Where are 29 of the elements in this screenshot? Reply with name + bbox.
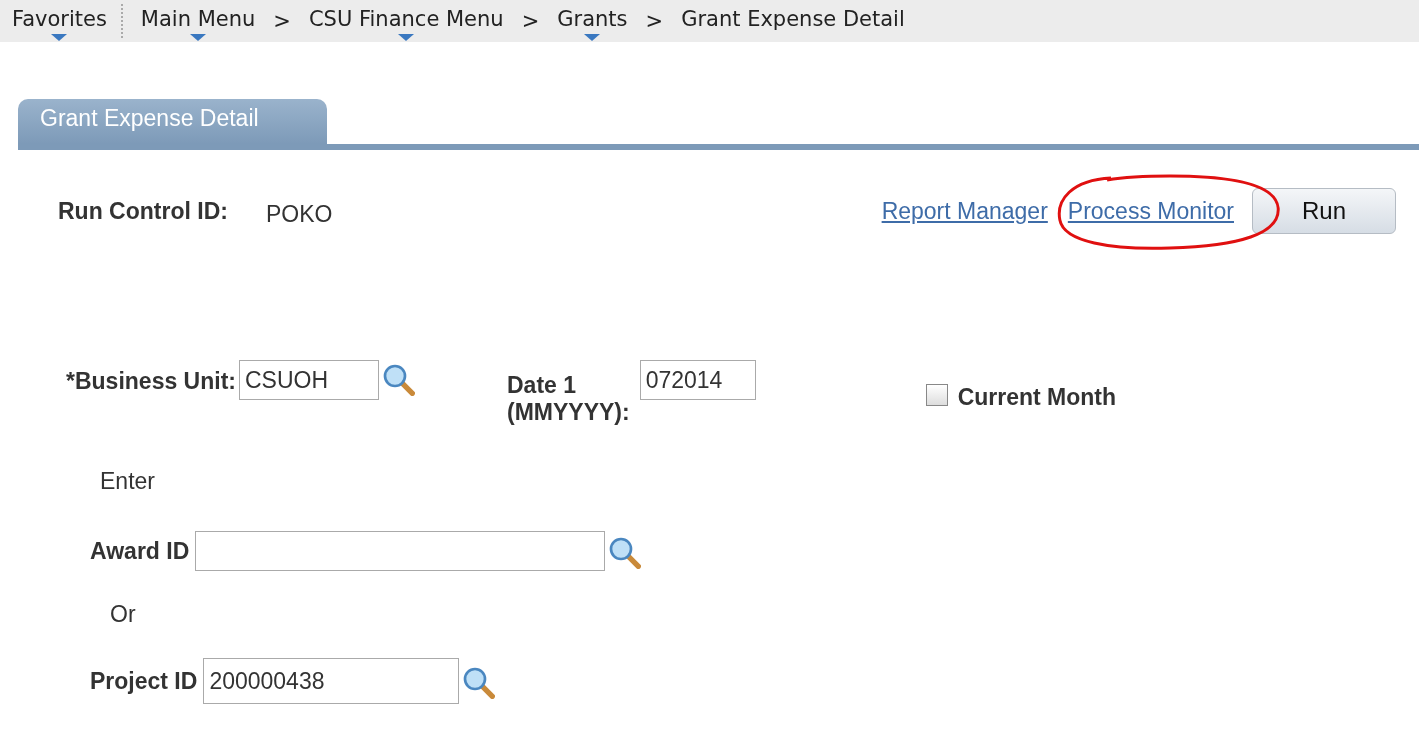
current-month-label: Current Month [957,384,1117,411]
run-button[interactable]: Run [1252,188,1396,234]
breadcrumb-menu[interactable]: Main Menu [140,1,256,41]
search-icon[interactable] [609,537,642,569]
award-id-label: Award ID [90,537,190,565]
search-icon[interactable] [463,667,496,699]
breadcrumb-menu[interactable]: CSU Finance Menu [308,1,504,41]
business-unit-label: *Business Unit: [66,368,236,395]
date-format-label: (MMYYYY): [507,399,630,426]
breadcrumb-menu[interactable]: Grants [557,1,628,41]
instruction-text: Enter [100,468,156,495]
breadcrumb-separator: > [645,9,664,33]
breadcrumb-item[interactable]: Grant Expense Detail [681,1,905,41]
run-control-label: Run Control ID: [58,197,228,225]
date-label: Date 1 [507,372,578,399]
link[interactable]: Process Monitor [1067,197,1234,224]
project-id-label: Project ID [90,667,198,695]
breadcrumb-separator: > [273,9,291,33]
breadcrumb-separator: > [521,9,540,33]
award-id-field[interactable] [195,531,606,571]
or-text: Or [110,601,137,628]
date-field[interactable]: 072014 [639,360,756,400]
project-id-field[interactable]: 200000438 [203,658,460,704]
link[interactable]: Report Manager [881,197,1048,224]
breadcrumb-menu[interactable]: Favorites [12,1,107,41]
search-icon[interactable] [383,364,415,396]
business-unit-field[interactable]: CSUOH [239,360,379,400]
checkbox[interactable] [925,384,948,406]
run-control-value: POKO [265,200,333,228]
